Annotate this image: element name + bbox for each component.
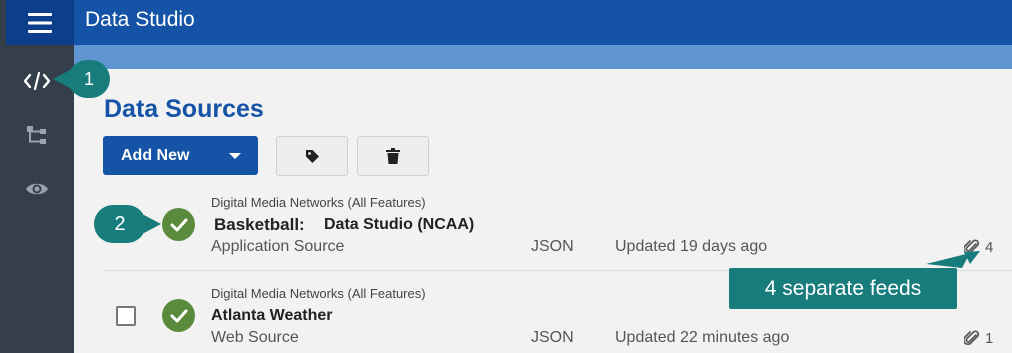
chevron-down-icon xyxy=(229,153,241,159)
callout-arrow-icon xyxy=(926,251,980,268)
subheader-bar xyxy=(74,45,1012,69)
delete-button[interactable] xyxy=(357,136,429,176)
eye-icon xyxy=(26,183,48,195)
source-updated: Updated 19 days ago xyxy=(615,238,768,255)
hamburger-icon xyxy=(28,12,52,33)
tree-icon xyxy=(27,126,46,144)
source-publisher: Digital Media Networks (All Features) xyxy=(211,195,426,210)
menu-button[interactable] xyxy=(6,0,74,45)
source-updated: Updated 22 minutes ago xyxy=(615,329,790,346)
source-type: Application Source xyxy=(211,238,345,255)
tag-button[interactable] xyxy=(276,136,348,176)
source-format: JSON xyxy=(531,238,574,255)
source-name-prefix: Basketball: xyxy=(214,215,305,234)
tag-icon xyxy=(305,149,319,163)
paperclip-icon xyxy=(964,330,980,346)
status-check-icon xyxy=(162,208,195,241)
sidebar-item-preview[interactable] xyxy=(0,169,74,209)
callout-1: 1 xyxy=(53,60,110,98)
callout-2: 2 xyxy=(94,205,161,243)
sidebar-item-hierarchy[interactable] xyxy=(0,115,74,155)
source-format: JSON xyxy=(531,329,574,346)
feed-count: 4 xyxy=(985,239,994,256)
page-title: Data Sources xyxy=(104,95,264,123)
source-name[interactable]: Data Studio (NCAA) xyxy=(324,216,474,234)
add-new-button[interactable]: Add New xyxy=(103,136,258,175)
callout-feeds: 4 separate feeds xyxy=(729,268,957,309)
row-select-checkbox[interactable] xyxy=(116,306,136,326)
trash-icon xyxy=(386,148,400,164)
source-name[interactable]: Atlanta Weather xyxy=(211,307,333,325)
status-check-icon xyxy=(162,299,195,332)
source-type: Web Source xyxy=(211,329,299,346)
add-new-label: Add New xyxy=(121,147,190,164)
source-publisher: Digital Media Networks (All Features) xyxy=(211,286,426,301)
feed-count: 1 xyxy=(985,330,994,347)
app-title: Data Studio xyxy=(85,8,195,31)
header: Data Studio xyxy=(74,0,1012,45)
code-icon xyxy=(23,71,51,91)
